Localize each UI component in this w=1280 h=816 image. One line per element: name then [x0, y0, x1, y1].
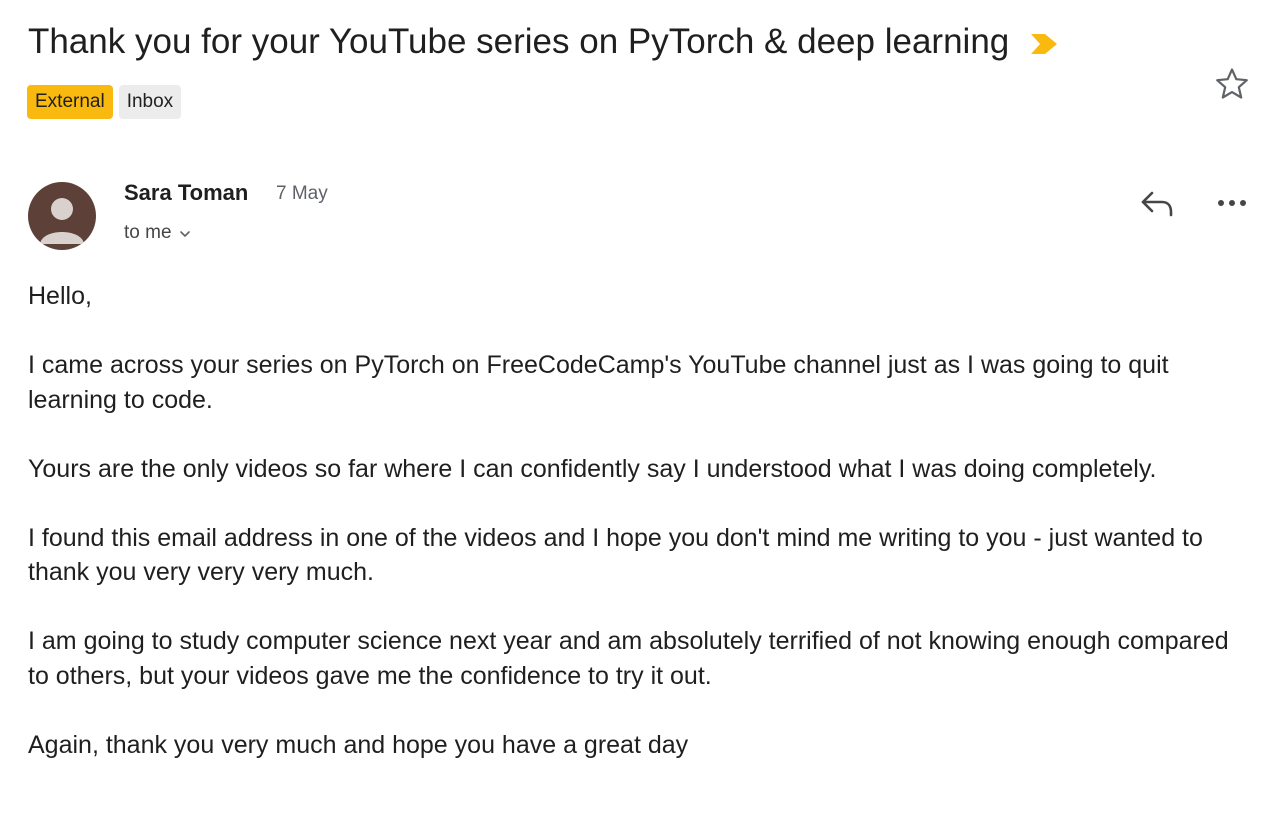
- sender-name[interactable]: Sara Toman: [124, 180, 248, 206]
- email-subject: Thank you for your YouTube series on PyT…: [28, 22, 1010, 61]
- label-chips: External Inbox: [27, 85, 182, 119]
- email-view: Thank you for your YouTube series on PyT…: [0, 0, 1280, 816]
- label-external[interactable]: External: [27, 85, 113, 119]
- default-avatar-icon: [40, 198, 84, 244]
- star-icon[interactable]: [1214, 66, 1250, 102]
- body-paragraph-closing: Again, thank you very much and hope you …: [28, 730, 689, 759]
- body-paragraph-3: I found this email address in one of the…: [28, 523, 1203, 587]
- email-date: 7 May: [276, 183, 328, 204]
- more-horizontal-icon[interactable]: [1214, 190, 1250, 216]
- subject-row: Thank you for your YouTube series on PyT…: [28, 22, 1059, 62]
- email-body: Hello, I came across your series on PyTo…: [28, 279, 1248, 797]
- recipient-details-toggle[interactable]: to me: [124, 222, 192, 244]
- sender-avatar[interactable]: [28, 182, 96, 250]
- reply-arrow-icon[interactable]: [1138, 186, 1176, 220]
- body-paragraph-4: I am going to study computer science nex…: [28, 627, 1229, 690]
- body-paragraph-greeting: Hello,: [28, 282, 92, 310]
- chevron-down-icon: [179, 231, 190, 237]
- label-inbox[interactable]: Inbox: [118, 85, 182, 119]
- body-paragraph-1: I came across your series on PyTorch on …: [28, 351, 1169, 414]
- importance-marker-icon[interactable]: [1029, 32, 1059, 56]
- body-paragraph-2: Yours are the only videos so far where I…: [28, 454, 1157, 483]
- recipient-text: to me: [124, 222, 172, 243]
